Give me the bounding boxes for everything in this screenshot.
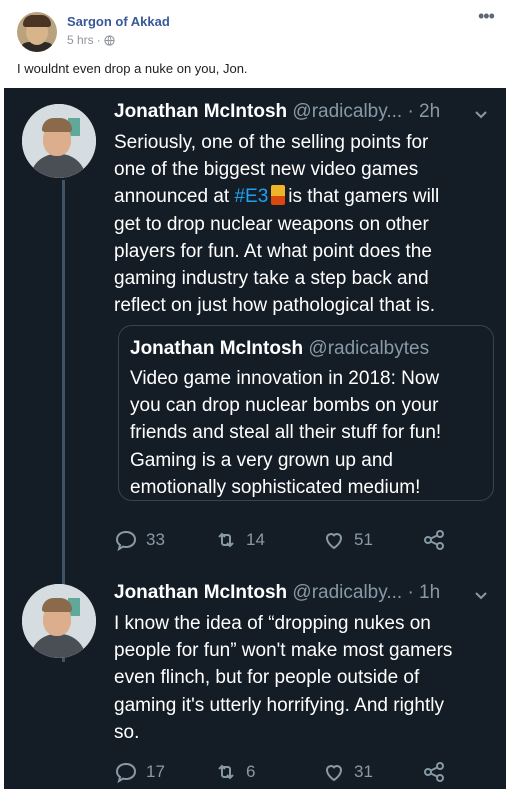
chevron-down-icon — [475, 592, 487, 600]
tweet-time: · 1h — [407, 582, 441, 603]
tweet-line: gaming industry take a step back and — [114, 268, 429, 290]
retweet-action: 14 — [214, 525, 265, 555]
tweet-author-handle: @radicalby... — [292, 101, 403, 122]
tweet-body: Seriously, one of the selling points for… — [114, 129, 499, 319]
share-action — [422, 757, 446, 787]
heart-icon — [325, 533, 343, 550]
quoted-tweet-header: Jonathan McIntosh @radicalbytes — [130, 338, 429, 360]
reply-count: 33 — [146, 530, 165, 549]
tweet-line: even flinch, but for people outside of — [114, 667, 420, 689]
share-action — [422, 525, 446, 555]
retweet-action: 6 — [214, 757, 255, 787]
tweet-body: I know the idea of “dropping nukes on pe… — [114, 610, 499, 746]
retweet-count: 14 — [246, 530, 265, 549]
like-action: 51 — [322, 525, 373, 555]
reply-icon — [115, 530, 137, 552]
post-text: I wouldnt even drop a nuke on you, Jon. — [17, 61, 248, 76]
tweet-line: people for fun” won't make most gamers — [114, 640, 453, 662]
e3-emoji-icon — [271, 185, 286, 206]
retweet-icon — [218, 532, 234, 548]
heart-icon — [325, 765, 343, 782]
retweet-count: 6 — [246, 762, 256, 781]
share-icon — [424, 762, 444, 782]
like-count: 51 — [354, 530, 373, 549]
tweet-author-handle: @radicalby... — [292, 582, 403, 603]
tweet-header: Jonathan McIntosh @radicalby... · 2h — [114, 101, 440, 123]
tweet-line: Seriously, one of the selling points for — [114, 132, 429, 153]
tweet-author-avatar — [22, 584, 96, 658]
tweet-actions: 17 6 31 — [114, 757, 494, 787]
quoted-author-name: Jonathan McIntosh — [130, 338, 304, 359]
tweet-line: reflect on just how pathological that is… — [114, 295, 436, 317]
tweet-time: · 2h — [407, 101, 441, 122]
tweet-line: get to drop nuclear weapons on other — [114, 213, 429, 235]
meta-separator: · — [96, 33, 101, 47]
chevron-down-icon — [475, 111, 487, 119]
quote-line: emotionally sophisticated medium! — [130, 476, 421, 498]
share-icon — [424, 530, 444, 550]
quote-line: friends and steal all their stuff for fu… — [130, 422, 442, 444]
post-timestamp[interactable]: 5 hrs — [67, 33, 94, 47]
reply-count: 17 — [146, 762, 165, 781]
quoted-tweet-body: Video game innovation in 2018: Now you c… — [130, 365, 490, 501]
tweet-author-name: Jonathan McIntosh — [114, 101, 288, 122]
quoted-tweet: Jonathan McIntosh @radicalbytes Video ga… — [118, 325, 494, 501]
quote-line: Video game innovation in 2018: Now — [130, 368, 440, 389]
tweet-line: announced at #E3 is that gamers will — [114, 183, 499, 210]
tweet-author-avatar — [22, 104, 96, 178]
post-meta: 5 hrs · — [67, 33, 115, 47]
tweet-line-text: is that gamers will — [288, 186, 440, 208]
like-action: 31 — [322, 757, 373, 787]
tweet-line-text: announced at — [114, 186, 230, 208]
tweet-line: one of the biggest new video games — [114, 159, 419, 181]
quoted-author-handle: @radicalbytes — [308, 338, 430, 359]
quote-line: Gaming is a very grown up and — [130, 449, 393, 471]
facebook-post-header: Sargon of Akkad 5 hrs · ••• I wouldnt ev… — [0, 0, 506, 88]
reply-action: 33 — [114, 525, 165, 555]
hashtag-link: #E3 — [234, 186, 269, 208]
quote-line: you can drop nuclear bombs on your — [130, 395, 439, 417]
tweet-author-name: Jonathan McIntosh — [114, 582, 288, 603]
tweet-line: players for fun. At what point does the — [114, 240, 432, 262]
like-count: 31 — [354, 762, 373, 781]
tweet-header: Jonathan McIntosh @radicalby... · 1h — [114, 582, 440, 604]
tweet-line: gaming it's utterly horrifying. And righ… — [114, 694, 444, 716]
tweet-line: so. — [114, 721, 140, 743]
embedded-tweet-screenshot: Jonathan McIntosh @radicalby... · 2h Ser… — [4, 88, 506, 789]
author-name[interactable]: Sargon of Akkad — [67, 14, 170, 29]
reply-action: 17 — [114, 757, 165, 787]
globe-icon[interactable] — [104, 34, 115, 46]
reply-icon — [115, 762, 137, 784]
retweet-icon — [218, 764, 234, 780]
author-avatar[interactable] — [17, 12, 57, 52]
tweet-line: I know the idea of “dropping nukes on — [114, 613, 431, 634]
more-options-icon[interactable]: ••• — [478, 7, 498, 25]
tweet-actions: 33 14 51 — [114, 525, 494, 555]
